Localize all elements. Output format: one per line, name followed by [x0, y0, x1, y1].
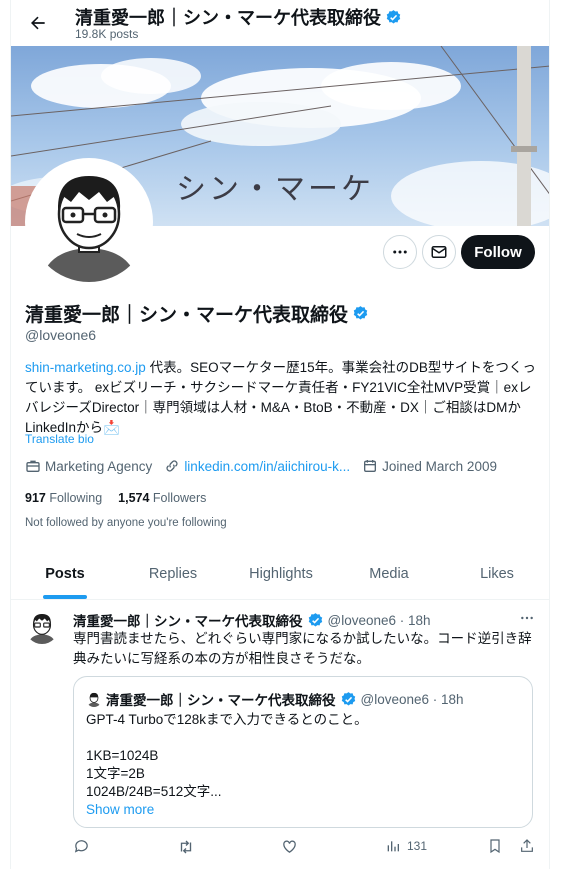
- views-button[interactable]: 131: [385, 838, 427, 854]
- share-button[interactable]: [519, 838, 535, 854]
- posts-count: 19.8K posts: [75, 27, 139, 41]
- quote-line: 1KB=1024B: [86, 748, 159, 763]
- profile-bio: shin-marketing.co.jp 代表。SEOマーケター歴15年。事業会…: [25, 358, 537, 438]
- following-label: Following: [49, 491, 103, 505]
- not-followed-note: Not followed by anyone you're following: [25, 517, 227, 529]
- tweet[interactable]: 清重愛一郎｜シン・マーケ代表取締役 @loveone6 · 18h 専門書読ませ…: [11, 600, 549, 869]
- quote-meta: @loveone6 · 18h: [360, 691, 464, 707]
- share-icon: [521, 839, 533, 852]
- verified-badge-icon: [386, 9, 401, 24]
- profile-joined: Joined March 2009: [362, 458, 497, 474]
- followers-count: 1,574: [118, 491, 150, 505]
- quote-body: GPT-4 Turboで128kまで入力できるとのこと。 1KB=1024B 1…: [86, 711, 368, 819]
- reply-icon: [74, 840, 88, 853]
- bookmark-icon: [490, 839, 500, 854]
- category-label: Marketing Agency: [45, 458, 153, 474]
- quote-header: 清重愛一郎｜シン・マーケ代表取締役 @loveone6 · 18h: [86, 689, 464, 709]
- profile-category: Marketing Agency: [25, 458, 152, 474]
- quote-line: 1024B/24B=512文字...: [86, 784, 222, 799]
- tweet-meta[interactable]: @loveone6 · 18h: [328, 613, 431, 628]
- tweet-text: 専門書読ませたら、どれぐらい専門家になるか試したいな。コード逆引き辞典みたいに写…: [73, 631, 532, 666]
- quote-author-name: 清重愛一郎｜シン・マーケ代表取締役: [106, 693, 336, 708]
- follow-stats: 917 Following 1,574 Followers: [25, 491, 206, 505]
- verified-badge-icon: [308, 612, 322, 627]
- bookmark-button[interactable]: [487, 838, 503, 854]
- bar-chart-icon: [387, 841, 399, 852]
- profile-name: 清重愛一郎｜シン・マーケ代表取締役: [25, 305, 349, 326]
- ellipsis-icon: [521, 616, 533, 620]
- briefcase-icon: [26, 460, 40, 472]
- verified-badge-icon[interactable]: [352, 305, 369, 322]
- banner-text: シン・マーケ: [176, 172, 374, 207]
- back-button[interactable]: [23, 8, 53, 38]
- quote-line: 1文字=2B: [86, 766, 145, 781]
- profile-page: 清重愛一郎｜シン・マーケ代表取締役 19.8K posts シン・マーケ Fol…: [10, 0, 550, 869]
- website-link[interactable]: linkedin.com/in/aiichirou-k...: [184, 459, 350, 474]
- following-count: 917: [25, 491, 46, 505]
- reply-button[interactable]: [73, 838, 90, 855]
- tab-highlights[interactable]: Highlights: [227, 548, 335, 599]
- ellipsis-icon: [393, 250, 407, 254]
- arrow-left-icon: [31, 16, 45, 30]
- tab-media[interactable]: Media: [335, 548, 443, 599]
- quote-line: [86, 729, 368, 747]
- avatar-illustration: [86, 691, 102, 707]
- profile-avatar[interactable]: [25, 158, 153, 286]
- profile-name-row: 清重愛一郎｜シン・マーケ代表取締役: [25, 300, 369, 327]
- avatar-illustration: [29, 162, 149, 282]
- follow-button[interactable]: Follow: [461, 235, 535, 269]
- followers-stat[interactable]: 1,574 Followers: [118, 491, 206, 505]
- verified-badge-icon: [341, 691, 355, 706]
- message-button[interactable]: [422, 235, 456, 269]
- following-stat[interactable]: 917 Following: [25, 491, 102, 505]
- tab-likes[interactable]: Likes: [443, 548, 549, 599]
- translate-bio-link[interactable]: Translate bio: [25, 432, 94, 446]
- tweet-author-name[interactable]: 清重愛一郎｜シン・マーケ代表取締役: [73, 610, 303, 630]
- profile-meta: Marketing Agency linkedin.com/in/aiichir…: [25, 458, 497, 474]
- joined-label: Joined March 2009: [382, 458, 497, 474]
- views-count: 131: [407, 839, 428, 853]
- heart-icon: [283, 840, 296, 853]
- link-icon: [166, 460, 178, 472]
- envelope-icon: [431, 246, 447, 258]
- bio-website-link[interactable]: shin-marketing.co.jp: [25, 360, 146, 375]
- top-bar: 清重愛一郎｜シン・マーケ代表取締役 19.8K posts: [11, 0, 549, 46]
- profile-handle: @loveone6: [25, 327, 97, 343]
- quoted-tweet[interactable]: 清重愛一郎｜シン・マーケ代表取締役 @loveone6 · 18h GPT-4 …: [73, 676, 533, 828]
- tweet-actions: 131: [73, 838, 543, 860]
- tab-replies[interactable]: Replies: [119, 548, 227, 599]
- calendar-icon: [364, 460, 377, 472]
- quote-avatar: [86, 691, 102, 707]
- tweet-more-button[interactable]: [516, 608, 538, 628]
- quote-line: GPT-4 Turboで128kまで入力できるとのこと。: [86, 712, 368, 727]
- tab-posts[interactable]: Posts: [11, 548, 119, 599]
- more-options-button[interactable]: [383, 235, 417, 269]
- show-more-link[interactable]: Show more: [86, 801, 368, 819]
- repost-button[interactable]: [177, 838, 195, 856]
- avatar-illustration: [25, 610, 59, 644]
- profile-website[interactable]: linkedin.com/in/aiichirou-k...: [164, 458, 350, 474]
- tweet-header: 清重愛一郎｜シン・マーケ代表取締役 @loveone6 · 18h: [73, 610, 431, 630]
- followers-label: Followers: [152, 491, 207, 505]
- like-button[interactable]: [281, 838, 298, 855]
- profile-tabs: Posts Replies Highlights Media Likes: [11, 548, 549, 600]
- repost-icon: [180, 840, 192, 854]
- tweet-avatar[interactable]: [25, 610, 59, 644]
